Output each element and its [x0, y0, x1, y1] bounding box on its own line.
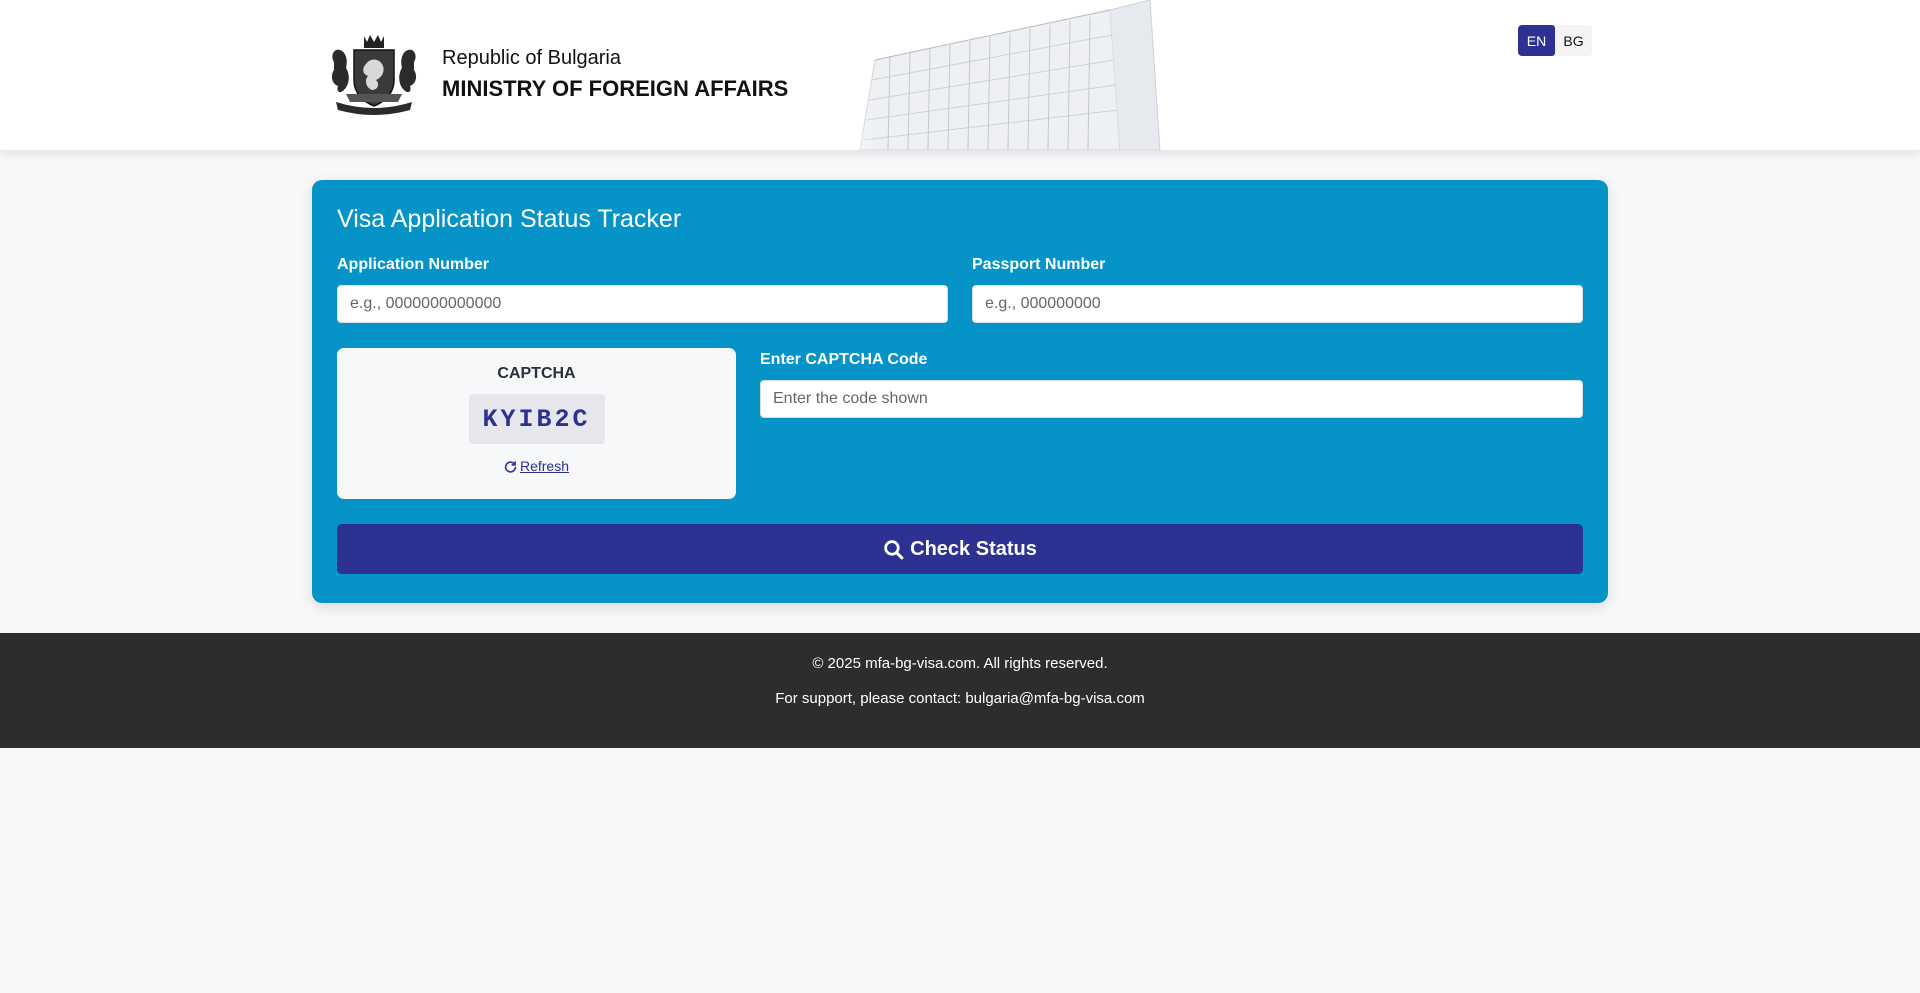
footer-support: For support, please contact: bulgaria@mf…	[775, 690, 1145, 707]
captcha-code: KYIB2C	[468, 394, 605, 444]
check-status-label: Check Status	[910, 537, 1037, 560]
brand-ministry: MINISTRY OF FOREIGN AFFAIRS	[442, 75, 789, 101]
application-number-label: Application Number	[337, 256, 490, 273]
captcha-refresh-label: Refresh	[519, 458, 570, 474]
search-icon	[884, 539, 904, 559]
passport-number-label: Passport Number	[972, 256, 1106, 273]
application-number-group: Application Number	[337, 256, 948, 323]
language-switcher: EN BG	[1518, 25, 1592, 56]
check-status-button[interactable]: Check Status	[337, 524, 1583, 574]
captcha-input-group: Enter CAPTCHA Code	[760, 348, 1583, 499]
refresh-icon	[504, 460, 517, 473]
captcha-box: CAPTCHA KYIB2C Refresh	[337, 348, 736, 499]
brand[interactable]: Republic of Bulgaria MINISTRY OF FOREIGN…	[326, 32, 788, 116]
footer-copyright: © 2025 mfa-bg-visa.com. All rights reser…	[812, 655, 1108, 672]
lang-bg-button[interactable]: BG	[1555, 25, 1592, 56]
site-footer: © 2025 mfa-bg-visa.com. All rights reser…	[0, 633, 1920, 748]
identity-fields-row: Application Number Passport Number	[337, 256, 1583, 323]
application-number-input[interactable]	[337, 285, 948, 323]
status-tracker-card: Visa Application Status Tracker Applicat…	[312, 180, 1608, 603]
ministry-building-image	[820, 0, 1300, 150]
page-title: Visa Application Status Tracker	[337, 205, 682, 233]
brand-country: Republic of Bulgaria	[442, 46, 621, 69]
captcha-input[interactable]	[760, 380, 1583, 418]
coat-of-arms-logo	[331, 35, 417, 115]
site-header: Republic of Bulgaria MINISTRY OF FOREIGN…	[0, 0, 1920, 150]
lang-en-button[interactable]: EN	[1518, 25, 1555, 56]
passport-number-input[interactable]	[972, 285, 1583, 323]
passport-number-group: Passport Number	[972, 256, 1583, 323]
captcha-row: CAPTCHA KYIB2C Refresh Enter CAPTCHA Cod…	[337, 348, 1583, 499]
captcha-input-label: Enter CAPTCHA Code	[760, 351, 928, 368]
captcha-refresh-link[interactable]: Refresh	[504, 458, 569, 474]
captcha-label: CAPTCHA	[497, 365, 576, 382]
